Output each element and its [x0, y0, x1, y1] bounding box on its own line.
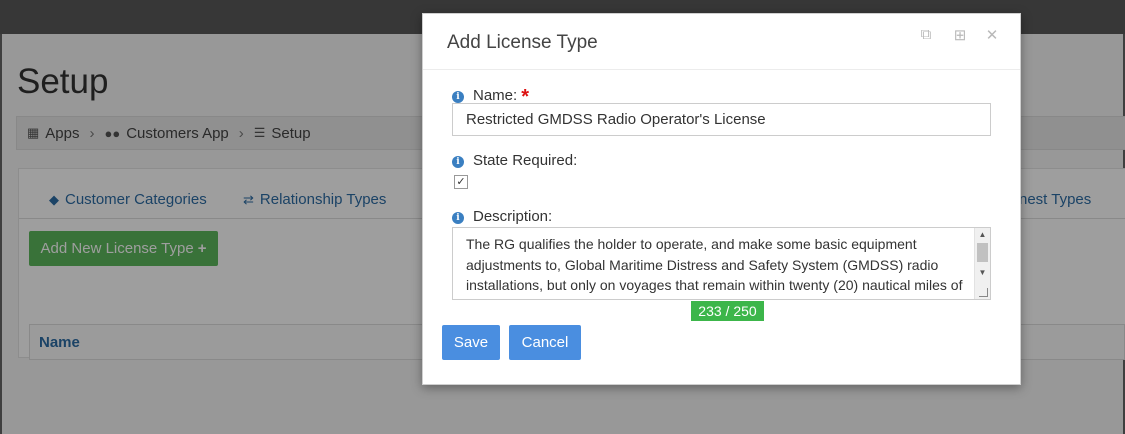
scroll-thumb[interactable]	[977, 243, 988, 262]
resize-handle-icon[interactable]	[979, 288, 988, 297]
scroll-down-icon[interactable]: ▼	[975, 266, 990, 279]
description-text: The RG qualifies the holder to operate, …	[466, 236, 963, 299]
character-counter: 233 / 250	[691, 301, 764, 321]
save-button[interactable]: Save	[442, 325, 500, 360]
info-icon[interactable]: i	[452, 156, 464, 168]
info-icon[interactable]: i	[452, 91, 464, 103]
add-license-type-dialog: Add License Type ⧉ ⊞ ✕ i Name: * Restricte…	[422, 13, 1021, 385]
scroll-up-icon[interactable]: ▲	[975, 228, 990, 241]
description-label-text: Description:	[473, 208, 553, 225]
modal-title: Add License Type	[447, 32, 598, 53]
external-link-icon[interactable]: ⧉	[918, 26, 934, 43]
close-icon[interactable]: ✕	[984, 26, 1000, 44]
cancel-button[interactable]: Cancel	[509, 325, 581, 360]
state-required-checkbox[interactable]: ✓	[454, 175, 468, 189]
state-required-label-text: State Required:	[473, 152, 578, 169]
state-required-label: i State Required:	[452, 152, 577, 169]
modal-header: Add License Type ⧉ ⊞ ✕	[423, 14, 1020, 70]
name-input-value: Restricted GMDSS Radio Operator's Licens…	[466, 111, 766, 128]
checkmark-icon: ✓	[456, 176, 466, 188]
info-icon[interactable]: i	[452, 212, 464, 224]
description-textarea[interactable]: The RG qualifies the holder to operate, …	[452, 227, 991, 300]
name-input[interactable]: Restricted GMDSS Radio Operator's Licens…	[452, 103, 991, 136]
name-label-text: Name:	[473, 87, 518, 104]
expand-icon[interactable]: ⊞	[952, 26, 968, 44]
description-label: i Description:	[452, 208, 552, 225]
